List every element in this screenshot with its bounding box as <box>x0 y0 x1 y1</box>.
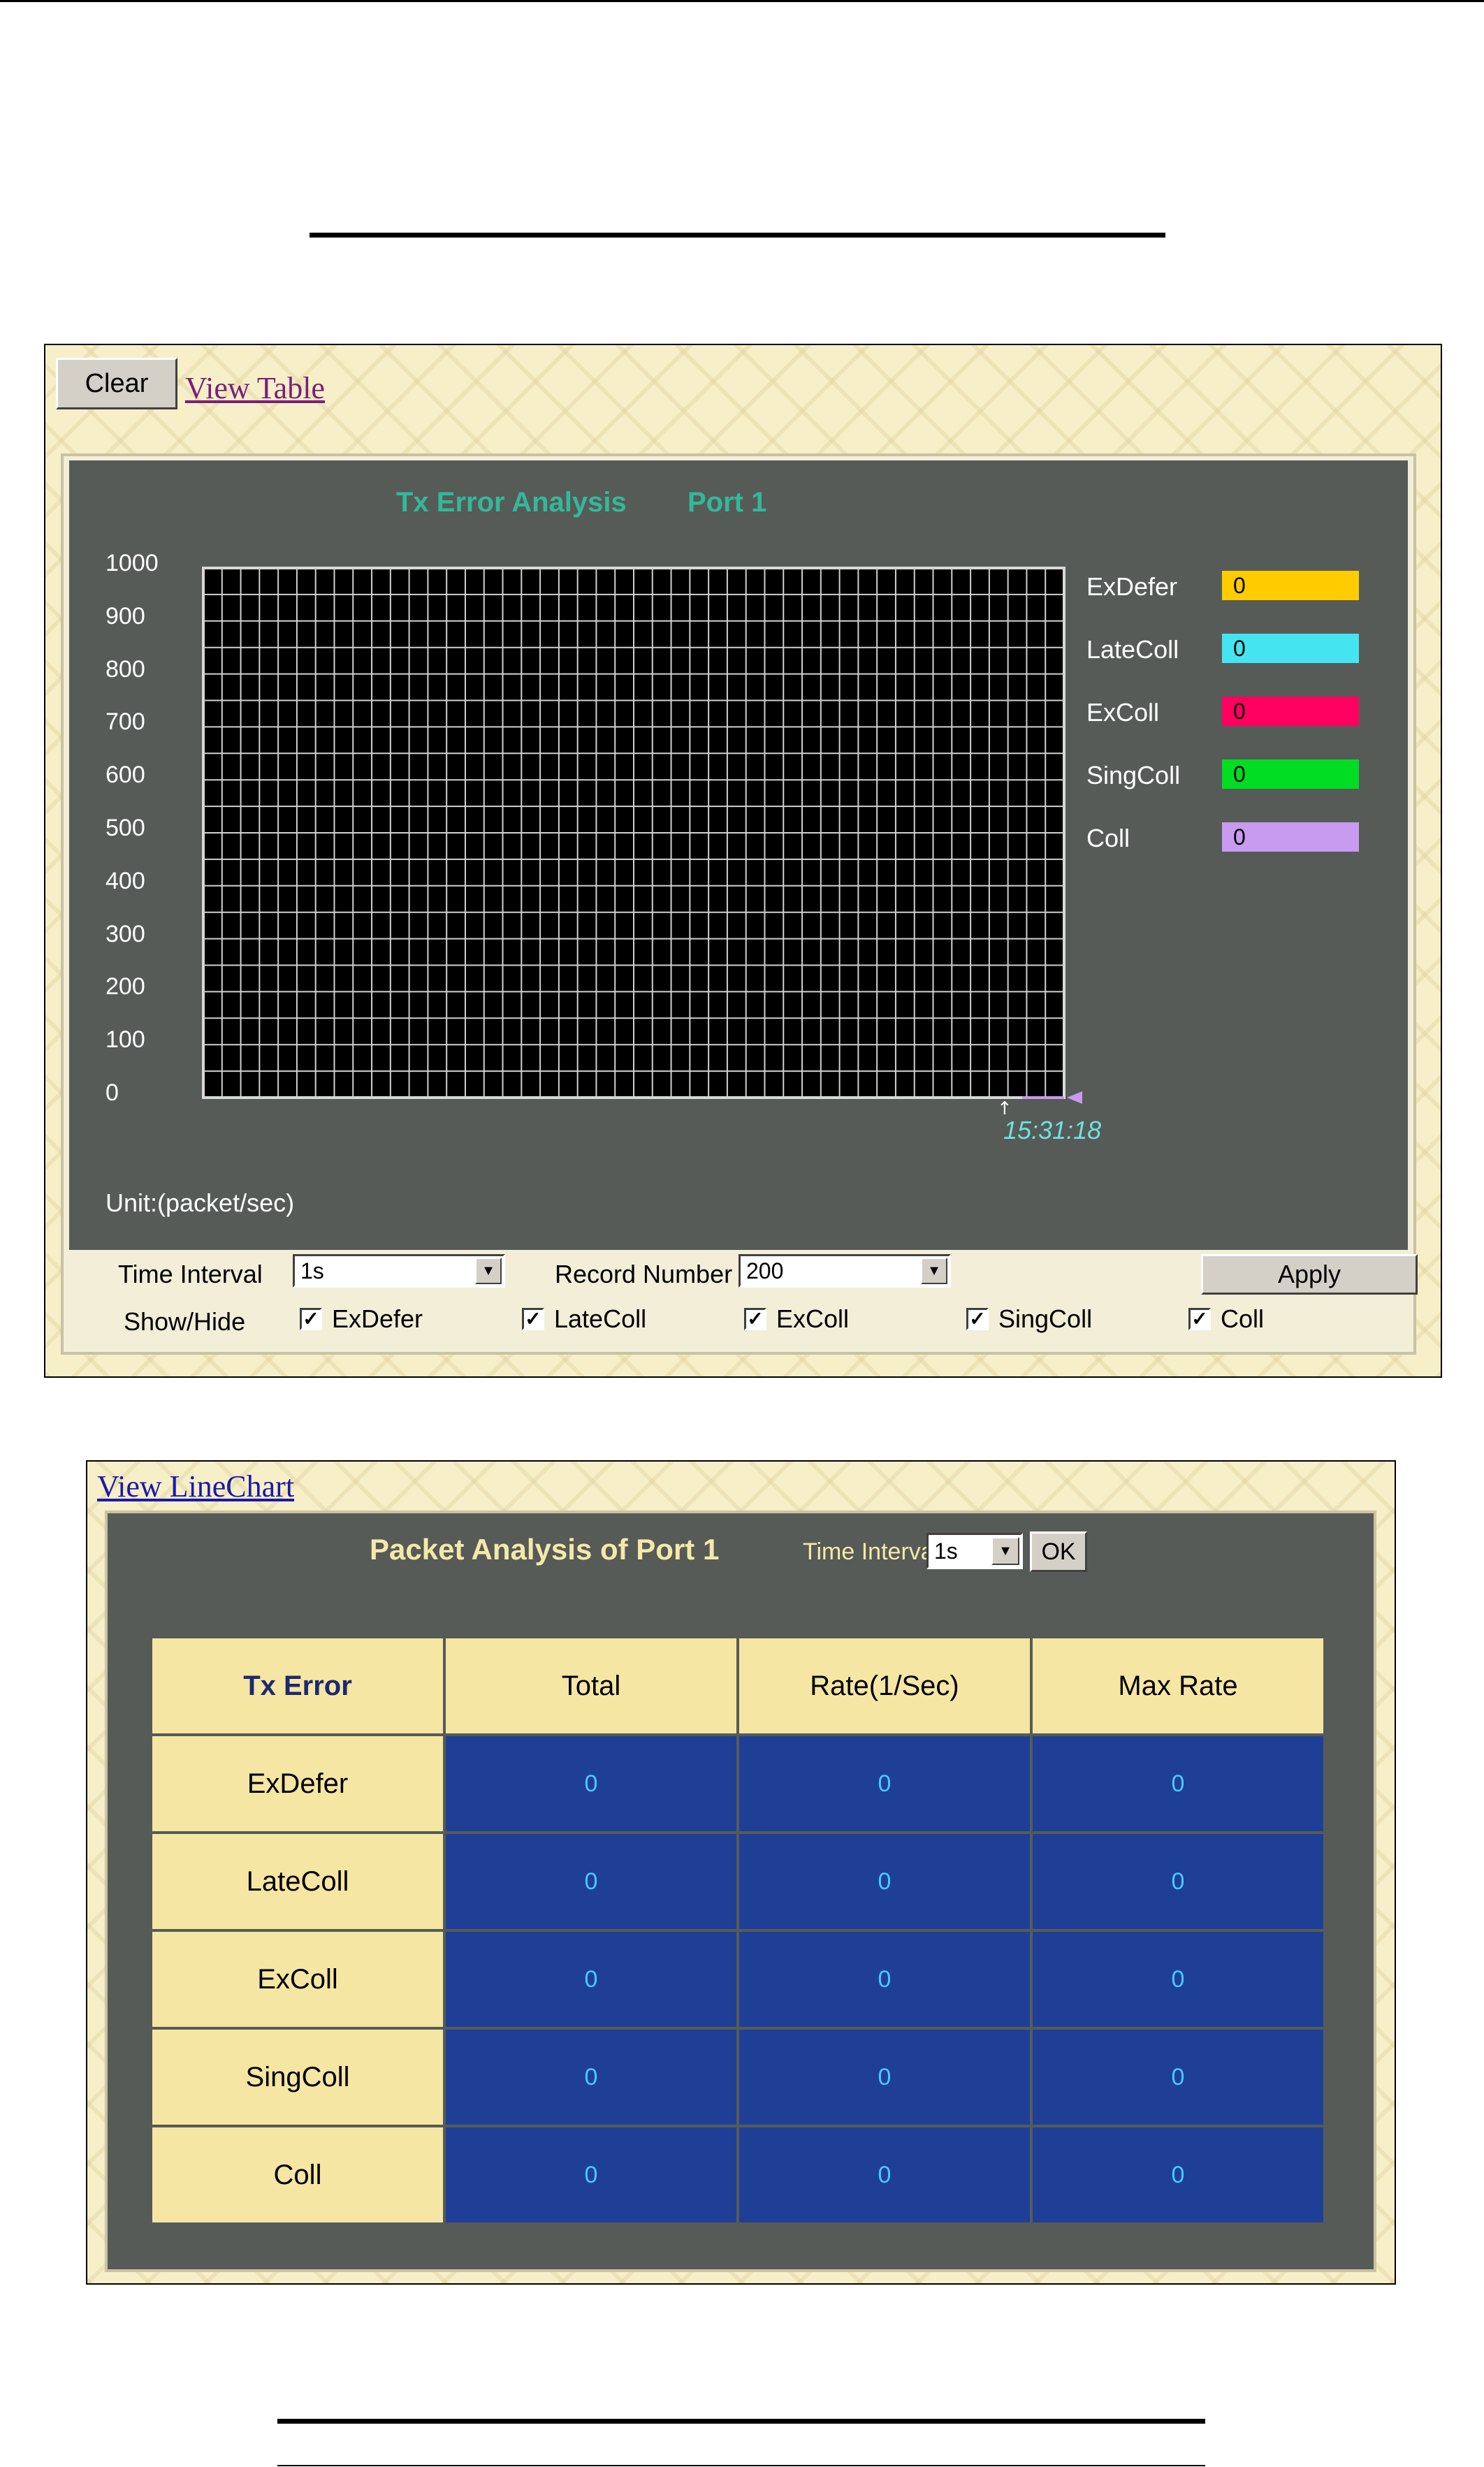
record-number-label: Record Number <box>555 1260 733 1288</box>
checkbox-box[interactable]: ✓ <box>1188 1308 1211 1330</box>
checkbox-label: SingColl <box>998 1304 1093 1333</box>
column-header: Tx Error <box>150 1636 446 1736</box>
record-number-value: 200 <box>746 1258 784 1283</box>
checkbox-label: LateColl <box>554 1304 647 1333</box>
row-label: ExDefer <box>150 1733 446 1834</box>
checkbox-label: Coll <box>1221 1304 1265 1333</box>
rate-cell: 0 <box>736 1831 1033 1932</box>
table-row: Coll 0 0 0 <box>150 2125 1326 2225</box>
legend-value-singcoll: 0 <box>1222 759 1359 789</box>
column-header: Max Rate <box>1030 1636 1326 1736</box>
record-number-select[interactable]: 200 ▼ <box>739 1254 951 1288</box>
checkbox-label: ExDefer <box>332 1304 423 1333</box>
checkbox-latecoll[interactable]: ✓ LateColl <box>522 1304 646 1334</box>
legend-value-coll: 0 <box>1222 822 1359 852</box>
legend-value-latecoll: 0 <box>1222 634 1359 663</box>
time-interval-label: Time Interval <box>803 1538 940 1565</box>
chevron-down-icon[interactable]: ▼ <box>475 1258 502 1284</box>
footer-rule <box>277 2419 1205 2424</box>
total-cell: 0 <box>443 1733 739 1834</box>
chart-panel: Clear View Table Tx Error Analysis Port … <box>44 344 1442 1378</box>
checkbox-coll[interactable]: ✓ Coll <box>1188 1304 1264 1334</box>
total-cell: 0 <box>443 2027 739 2127</box>
packet-analysis-frame: Packet Analysis of Port 1 Time Interval … <box>105 1511 1376 2272</box>
table-row: ExDefer 0 0 0 <box>150 1733 1326 1834</box>
row-label: LateColl <box>150 1831 446 1932</box>
max-rate-cell: 0 <box>1030 2125 1326 2225</box>
legend-value-excoll: 0 <box>1222 697 1359 726</box>
table-row: SingColl 0 0 0 <box>150 2027 1326 2127</box>
legend-value-exdefer: 0 <box>1222 571 1359 600</box>
chevron-down-icon[interactable]: ▼ <box>991 1537 1019 1565</box>
latest-point-marker <box>1067 1091 1082 1104</box>
chart-area: Tx Error Analysis Port 1 1000 900 800 700 60… <box>69 460 1408 1250</box>
show-hide-label: Show/Hide <box>124 1307 246 1336</box>
checkbox-excoll[interactable]: ✓ ExColl <box>744 1304 849 1334</box>
rate-cell: 0 <box>736 1733 1033 1834</box>
time-interval-value: 1s <box>300 1258 324 1283</box>
max-rate-cell: 0 <box>1030 1929 1326 2030</box>
unit-label: Unit:(packet/sec) <box>106 1188 295 1217</box>
tx-error-table: Tx Error Total Rate(1/Sec) Max Rate ExDe… <box>150 1636 1326 2225</box>
table-header-row: Tx Error Total Rate(1/Sec) Max Rate <box>150 1636 1326 1736</box>
max-rate-cell: 0 <box>1030 1831 1326 1932</box>
checkbox-box[interactable]: ✓ <box>966 1308 989 1330</box>
table-time-interval-value: 1s <box>934 1538 958 1564</box>
view-linechart-link[interactable]: View LineChart <box>97 1469 294 1504</box>
rate-cell: 0 <box>736 1929 1033 2030</box>
footer-rule-thin <box>277 2465 1205 2466</box>
clear-button[interactable]: Clear <box>56 358 177 409</box>
rate-cell: 0 <box>736 2125 1033 2225</box>
max-rate-cell: 0 <box>1030 2027 1326 2127</box>
checkbox-singcoll[interactable]: ✓ SingColl <box>966 1304 1092 1334</box>
top-rule <box>0 0 1484 2</box>
total-cell: 0 <box>443 1831 739 1932</box>
row-label: ExColl <box>150 1929 446 2030</box>
table-row: ExColl 0 0 0 <box>150 1929 1326 2030</box>
legend-label-excoll: ExColl <box>1086 698 1160 727</box>
max-rate-cell: 0 <box>1030 1733 1326 1834</box>
chevron-down-icon[interactable]: ▼ <box>921 1258 947 1284</box>
tx-error-plot: ↑ <box>202 567 1082 1119</box>
packet-analysis-title: Packet Analysis of Port 1 <box>370 1533 720 1566</box>
checkbox-box[interactable]: ✓ <box>522 1308 544 1330</box>
checkbox-box[interactable]: ✓ <box>744 1308 766 1330</box>
table-time-interval-select[interactable]: 1s ▼ <box>926 1533 1023 1569</box>
controls-row-interval: Time Interval 1s ▼ Record Number 200 ▼ A… <box>69 1250 1418 1299</box>
legend-label-latecoll: LateColl <box>1086 635 1179 664</box>
time-interval-label: Time Interval <box>118 1260 263 1288</box>
column-header: Total <box>443 1636 739 1736</box>
checkbox-label: ExColl <box>776 1304 850 1333</box>
ok-button[interactable]: OK <box>1030 1531 1087 1572</box>
heading-rule <box>310 233 1165 238</box>
table-row: LateColl 0 0 0 <box>150 1831 1326 1932</box>
total-cell: 0 <box>443 2125 739 2225</box>
chart-frame: Tx Error Analysis Port 1 1000 900 800 700 60… <box>61 453 1418 1355</box>
rate-cell: 0 <box>736 2027 1033 2127</box>
row-label: Coll <box>150 2125 446 2225</box>
view-table-link[interactable]: View Table <box>185 370 325 406</box>
time-interval-select[interactable]: 1s ▼ <box>293 1254 505 1288</box>
checkbox-exdefer[interactable]: ✓ ExDefer <box>300 1304 423 1334</box>
checkbox-box[interactable]: ✓ <box>300 1308 322 1330</box>
row-label: SingColl <box>150 2027 446 2127</box>
legend-label-coll: Coll <box>1086 824 1130 852</box>
total-cell: 0 <box>443 1929 739 2030</box>
table-panel: View LineChart Packet Analysis of Port 1… <box>86 1460 1396 2285</box>
legend-label-exdefer: ExDefer <box>1086 572 1178 601</box>
controls-row-show-hide: Show/Hide ✓ ExDefer ✓ LateColl ✓ ExColl ✓ SingC… <box>69 1297 1408 1346</box>
legend-label-singcoll: SingColl <box>1086 761 1181 789</box>
column-header: Rate(1/Sec) <box>736 1636 1033 1736</box>
time-readout: 15:31:18 <box>1003 1116 1102 1144</box>
apply-button[interactable]: Apply <box>1201 1254 1418 1295</box>
